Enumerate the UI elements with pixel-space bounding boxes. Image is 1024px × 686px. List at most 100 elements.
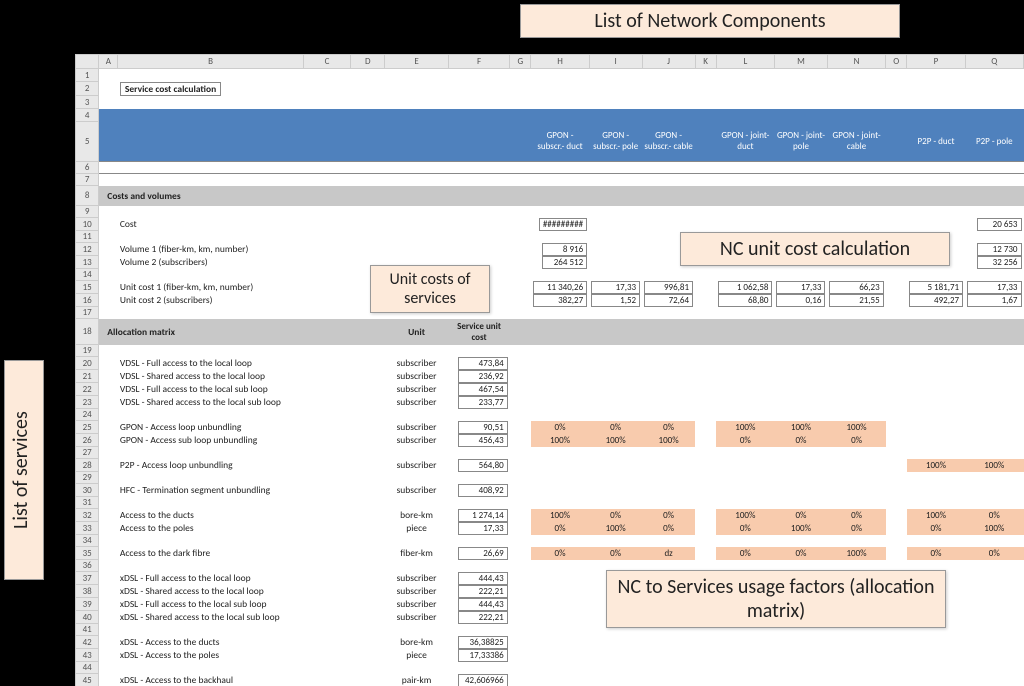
row-35[interactable]: 35 [76, 547, 99, 560]
service-unit: subscriber [385, 357, 449, 370]
service-name: Access to the poles [118, 522, 303, 535]
row-11[interactable]: 11 [76, 231, 99, 243]
col-F[interactable]: F [448, 55, 509, 69]
col-O[interactable]: O [886, 55, 907, 69]
alloc-pct: 100% [774, 522, 827, 535]
row-9[interactable]: 9 [76, 206, 99, 218]
col-H[interactable]: H [531, 55, 589, 69]
row-25[interactable]: 25 [76, 421, 99, 434]
row-44[interactable]: 44 [76, 662, 99, 674]
col-Q[interactable]: Q [965, 55, 1023, 69]
section-costs: Costs and volumes [99, 186, 1024, 206]
alloc-pct: 100% [716, 509, 774, 522]
row-16[interactable]: 16 [76, 294, 99, 307]
row-15[interactable]: 15 [76, 281, 99, 294]
row-29[interactable]: 29 [76, 472, 99, 484]
alloc-pct: 0% [774, 547, 827, 560]
col-G[interactable]: G [510, 55, 531, 69]
col-C[interactable]: C [303, 55, 351, 69]
col-P[interactable]: P [907, 55, 965, 69]
service-cost: 473,84 [458, 357, 508, 370]
row-7[interactable]: 7 [76, 174, 99, 186]
nc-h0: GPON - subscr.- duct [531, 122, 589, 162]
row-31[interactable]: 31 [76, 497, 99, 509]
col-J[interactable]: J [642, 55, 695, 69]
row-3[interactable]: 3 [76, 96, 99, 109]
row-18[interactable]: 18 [76, 319, 99, 345]
row-13[interactable]: 13 [76, 256, 99, 269]
row-5[interactable]: 5 [76, 122, 99, 162]
row-40[interactable]: 40 [76, 611, 99, 624]
row-41[interactable]: 41 [76, 624, 99, 636]
service-cost: 1 274,14 [458, 509, 508, 522]
v2-q: 32 256 [977, 256, 1022, 269]
service-name: xDSL - Full access to the local loop [118, 572, 303, 585]
service-name: xDSL - Access to the backhaul [118, 674, 303, 686]
row-14[interactable]: 14 [76, 269, 99, 281]
service-unit: piece [385, 649, 449, 662]
alloc-pct: 0% [827, 522, 885, 535]
row-12[interactable]: 12 [76, 243, 99, 256]
col-L[interactable]: L [716, 55, 774, 69]
blue-header-blank [99, 122, 531, 162]
col-N[interactable]: N [827, 55, 885, 69]
row-19[interactable]: 19 [76, 345, 99, 357]
alloc-pct: 0% [589, 421, 642, 434]
row-33[interactable]: 33 [76, 522, 99, 535]
alloc-pct: 0% [642, 421, 695, 434]
alloc-suc-hdr: Service unit cost [448, 319, 509, 345]
row-27[interactable]: 27 [76, 447, 99, 459]
row-42[interactable]: 42 [76, 636, 99, 649]
row-22[interactable]: 22 [76, 383, 99, 396]
u1-6: 66,23 [829, 281, 883, 294]
annotation-alloc: NC to Services usage factors (allocation… [606, 570, 946, 628]
row-20[interactable]: 20 [76, 357, 99, 370]
row-6[interactable]: 6 [76, 162, 99, 174]
u2-0: 382,27 [533, 294, 587, 307]
row-38[interactable]: 38 [76, 585, 99, 598]
service-cost: 233,77 [458, 396, 508, 409]
nc-h6: GPON - joint- cable [827, 122, 885, 162]
service-cost: 17,33 [458, 522, 508, 535]
corner[interactable] [76, 55, 99, 69]
col-E[interactable]: E [385, 55, 449, 69]
service-unit: subscriber [385, 585, 449, 598]
alloc-pct: 0% [716, 434, 774, 447]
row-37[interactable]: 37 [76, 572, 99, 585]
col-M[interactable]: M [774, 55, 827, 69]
col-K[interactable]: K [695, 55, 716, 69]
alloc-pct: 0% [907, 522, 965, 535]
col-I[interactable]: I [589, 55, 642, 69]
alloc-pct: 100% [531, 509, 589, 522]
col-A[interactable]: A [99, 55, 118, 69]
alloc-pct: dz [642, 547, 695, 560]
row-23[interactable]: 23 [76, 396, 99, 409]
row-21[interactable]: 21 [76, 370, 99, 383]
col-D[interactable]: D [351, 55, 385, 69]
row-17[interactable]: 17 [76, 307, 99, 319]
u1-9: 17,33 [967, 281, 1021, 294]
row-4[interactable]: 4 [76, 109, 99, 122]
row-26[interactable]: 26 [76, 434, 99, 447]
col-B[interactable]: B [118, 55, 303, 69]
row-8[interactable]: 8 [76, 186, 99, 206]
row-30[interactable]: 30 [76, 484, 99, 497]
row-43[interactable]: 43 [76, 649, 99, 662]
row-34[interactable]: 34 [76, 535, 99, 547]
row-39[interactable]: 39 [76, 598, 99, 611]
service-unit: subscriber [385, 383, 449, 396]
alloc-pct: 100% [531, 434, 589, 447]
row-36[interactable]: 36 [76, 560, 99, 572]
row-1[interactable]: 1 [76, 69, 99, 82]
section-alloc: Allocation matrix [99, 319, 385, 345]
row-45[interactable]: 45 [76, 674, 99, 686]
cost-q: 20 653 [977, 218, 1022, 231]
row-28[interactable]: 28 [76, 459, 99, 472]
nc-h9: P2P - pole [965, 122, 1023, 162]
row-10[interactable]: 10 [76, 218, 99, 231]
service-name: GPON - Access loop unbundling [118, 421, 303, 434]
row-32[interactable]: 32 [76, 509, 99, 522]
service-unit: subscriber [385, 434, 449, 447]
row-2[interactable]: 2 [76, 82, 99, 96]
row-24[interactable]: 24 [76, 409, 99, 421]
